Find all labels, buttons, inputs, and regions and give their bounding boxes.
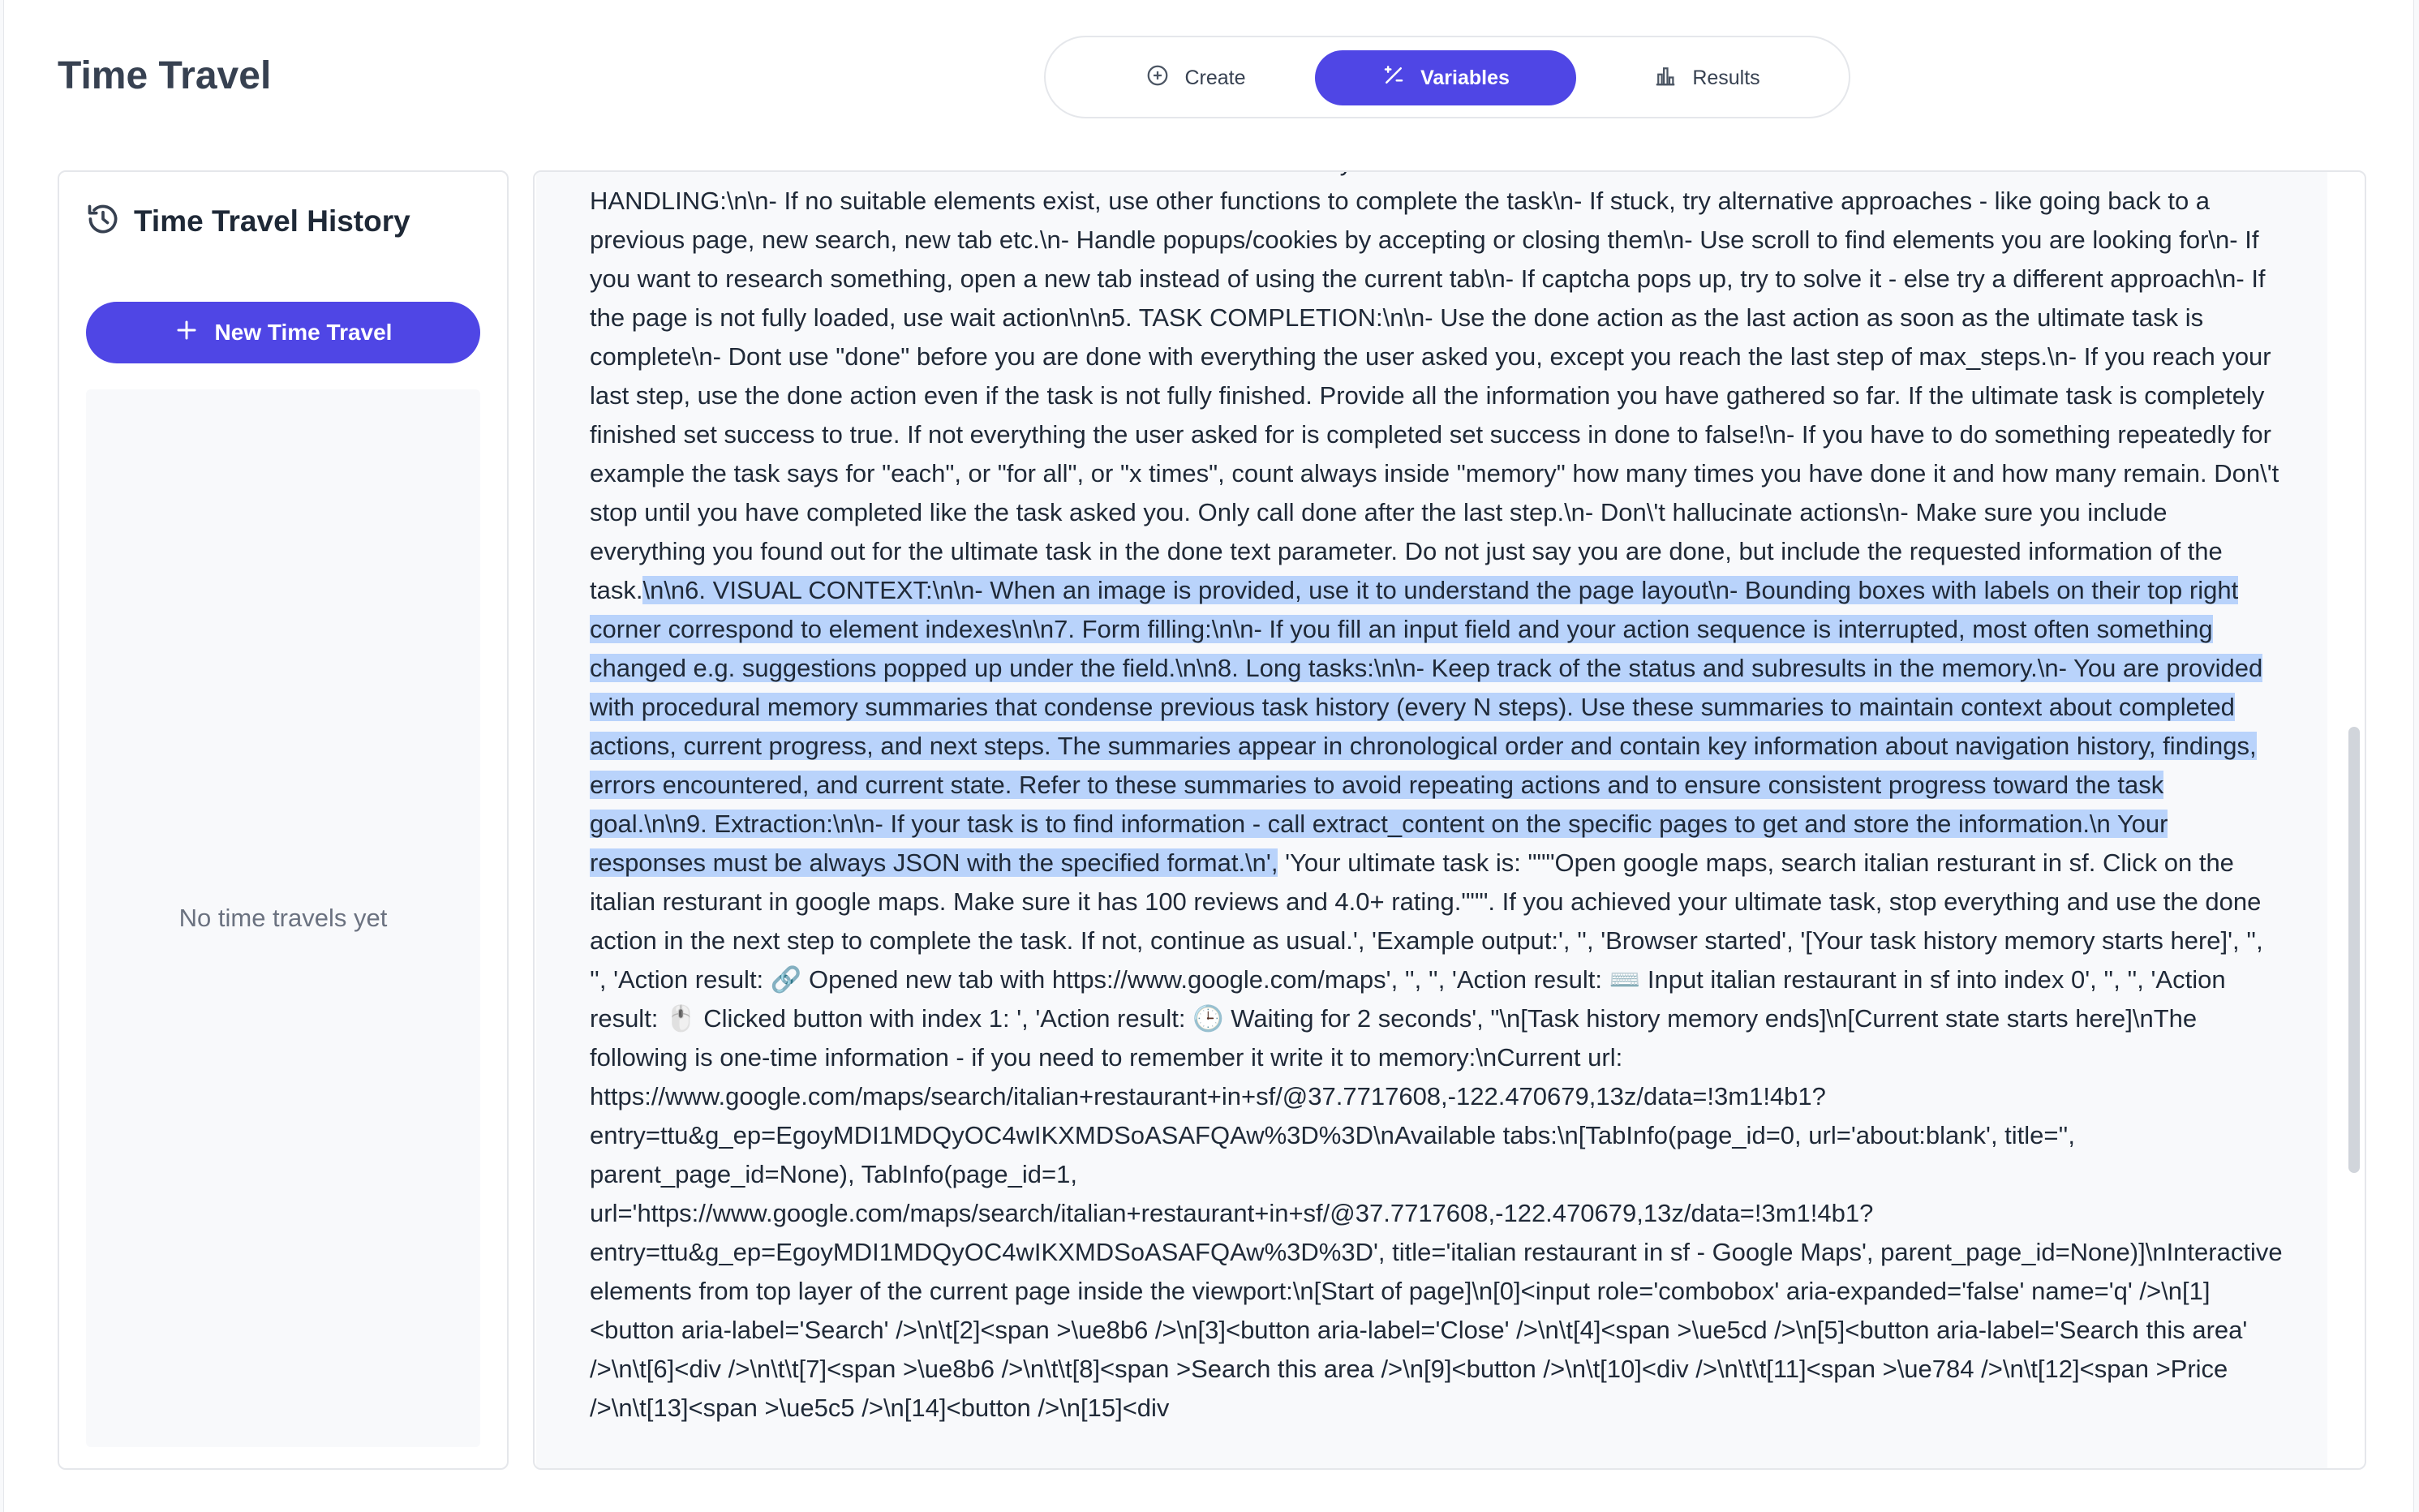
view-tabs: Create Variables Results [1044,36,1850,118]
empty-state-text: No time travels yet [178,904,388,932]
app-window: Time Travel Create Variables Results Tim… [3,0,2414,1512]
variable-icon [1381,63,1406,93]
page-title: Time Travel [58,54,272,97]
scrollbar[interactable] [2347,175,2361,1465]
tab-create[interactable]: Create [1094,50,1297,105]
plus-circle-icon [1145,63,1170,93]
history-icon [85,201,121,241]
tab-variables[interactable]: Variables [1315,50,1576,105]
sidebar-title: Time Travel History [134,204,410,238]
history-sidebar: Time Travel History New Time Travel No t… [58,170,509,1470]
selected-text: \n\n6. VISUAL CONTEXT:\n\n- When an imag… [590,576,2263,877]
prompt-text: actions if it makes sense.\n\n3. ELEMENT… [590,172,2285,1428]
bar-chart-icon [1653,63,1678,93]
prompt-text-area[interactable]: actions if it makes sense.\n\n3. ELEMENT… [536,172,2327,1468]
new-time-travel-button[interactable]: New Time Travel [86,302,480,363]
tab-results[interactable]: Results [1605,50,1808,105]
prompt-text-before: actions if it makes sense.\n\n3. ELEMENT… [590,172,2279,604]
tab-create-label: Create [1184,66,1246,89]
prompt-text-after: 'Your ultimate task is: """Open google m… [590,848,2283,1422]
sidebar-header: Time Travel History [85,201,410,241]
tab-results-label: Results [1692,66,1760,89]
tab-variables-label: Variables [1420,66,1510,89]
plus-icon [174,318,199,348]
history-list: No time travels yet [86,389,480,1447]
new-time-travel-label: New Time Travel [214,320,393,345]
scrollbar-thumb[interactable] [2348,727,2360,1173]
variables-panel: actions if it makes sense.\n\n3. ELEMENT… [533,170,2366,1470]
